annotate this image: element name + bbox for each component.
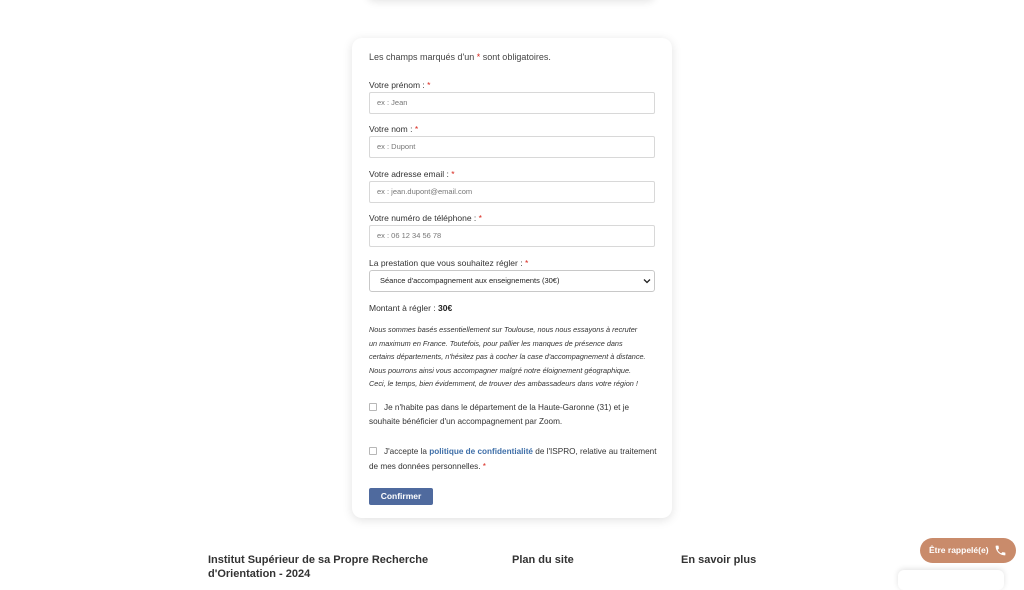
lastname-label: Votre nom : * [369, 124, 419, 134]
chevron-down-icon [643, 279, 651, 284]
service-select[interactable]: Séance d'accompagnement aux enseignement… [369, 270, 655, 292]
privacy-policy-link[interactable]: politique de confidentialité [429, 447, 533, 456]
privacy-checkbox-label-line1: J'accepte la politique de confidentialit… [384, 447, 657, 456]
privacy-checkbox-label-line2: de mes données personnelles. * [369, 462, 486, 471]
firstname-input[interactable]: ex : Jean [369, 92, 655, 114]
zoom-checkbox-label-line2: souhaite bénéficier d'un accompagnement … [369, 417, 563, 426]
firstname-label: Votre prénom : * [369, 80, 431, 90]
email-input[interactable]: ex : jean.dupont@email.com [369, 181, 655, 203]
phone-placeholder: ex : 06 12 34 56 78 [377, 231, 442, 240]
note-line: un maximum en France. Toutefois, pour pa… [369, 338, 623, 348]
firstname-placeholder: ex : Jean [377, 98, 408, 107]
service-selected-value: Séance d'accompagnement aux enseignement… [380, 276, 560, 285]
amount-value: 30€ [438, 303, 453, 313]
email-label: Votre adresse email : * [369, 169, 455, 179]
footer-more-info-title: En savoir plus [681, 554, 757, 566]
lastname-input[interactable]: ex : Dupont [369, 136, 655, 158]
confirm-button[interactable]: Confirmer [369, 488, 433, 505]
callback-button[interactable]: Être rappelé(e) [920, 538, 1016, 563]
zoom-checkbox-label-line1: Je n'habite pas dans le département de l… [384, 403, 630, 412]
note-line: Nous sommes basés essentiellement sur To… [369, 325, 638, 334]
note-line: Nous pourrons ainsi vous accompagner mal… [369, 365, 632, 375]
amount-line: Montant à régler : 30€ [369, 303, 453, 313]
service-label: La prestation que vous souhaitez régler … [369, 258, 529, 268]
required-fields-note: Les champs marqués d'un * sont obligatoi… [369, 52, 551, 62]
zoom-checkbox[interactable] [369, 403, 377, 411]
note-line: certains départements, n'hésitez pas à c… [369, 352, 646, 361]
remote-info-note: Nous sommes basés essentiellement sur To… [369, 323, 659, 391]
phone-icon [995, 545, 1006, 556]
note-line: Ceci, le temps, bien évidemment, de trou… [369, 379, 638, 388]
phone-input[interactable]: ex : 06 12 34 56 78 [369, 225, 655, 247]
footer-sitemap-title: Plan du site [512, 554, 574, 566]
chat-widget-edge [898, 570, 1004, 590]
callback-label: Être rappelé(e) [929, 545, 989, 555]
phone-label: Votre numéro de téléphone : * [369, 213, 482, 223]
footer-institute-title: Institut Supérieur de sa Propre Recherch… [208, 554, 429, 580]
lastname-placeholder: ex : Dupont [377, 142, 416, 151]
email-placeholder: ex : jean.dupont@email.com [377, 187, 473, 196]
privacy-checkbox[interactable] [369, 447, 377, 455]
